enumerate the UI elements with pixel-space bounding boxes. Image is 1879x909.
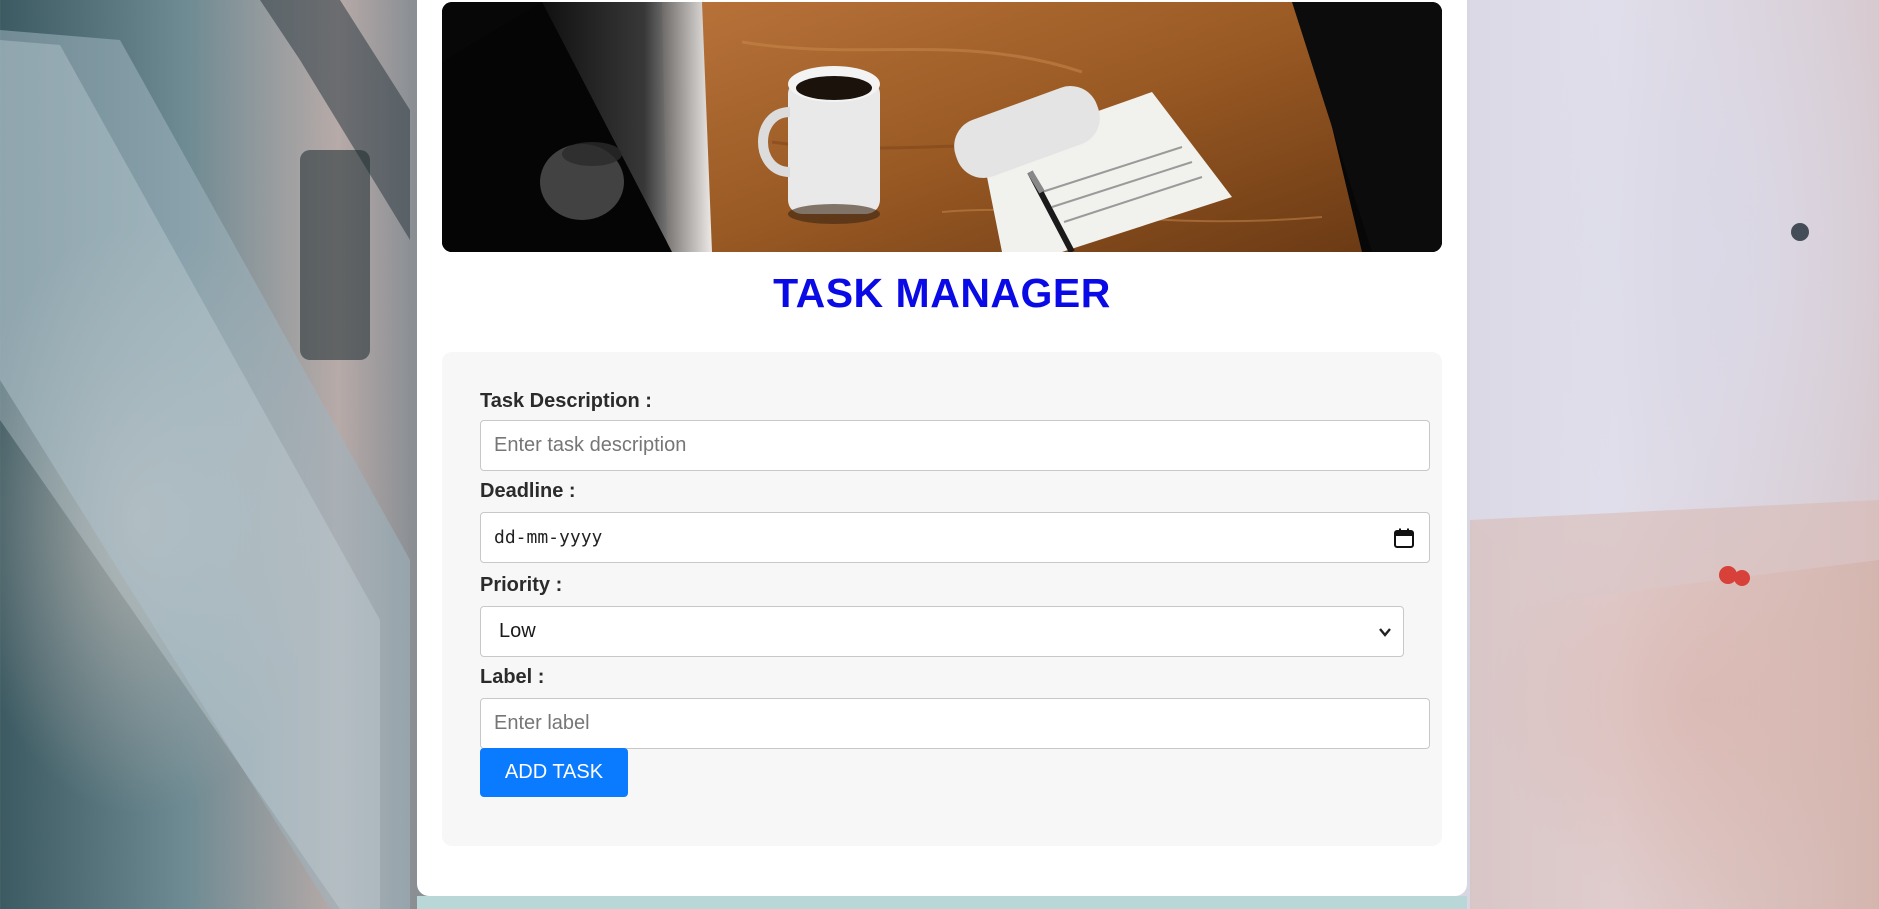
task-form: Task Description : Deadline : dd-mm-yyyy… (442, 352, 1442, 846)
add-task-button[interactable]: ADD TASK (480, 748, 628, 797)
priority-label: Priority : (480, 574, 563, 596)
deadline-value: dd-mm-yyyy (494, 527, 603, 548)
hero-image (442, 2, 1442, 252)
priority-selected-value: Low (499, 620, 536, 642)
task-description-label: Task Description : (480, 390, 652, 412)
deadline-input[interactable]: dd-mm-yyyy (480, 512, 1430, 563)
chevron-down-icon (1379, 627, 1391, 637)
deadline-label: Deadline : (480, 480, 576, 502)
label-field-label: Label : (480, 666, 545, 688)
calendar-icon[interactable] (1393, 527, 1415, 549)
task-manager-card: TASK MANAGER Task Description : Deadline… (417, 0, 1467, 896)
page-title: TASK MANAGER (773, 270, 1111, 316)
task-description-field (480, 420, 1430, 471)
task-description-input[interactable] (481, 421, 1429, 470)
priority-select[interactable]: Low (480, 606, 1404, 657)
desk-photo (442, 2, 1442, 252)
label-field (480, 698, 1430, 749)
label-input[interactable] (481, 699, 1429, 748)
